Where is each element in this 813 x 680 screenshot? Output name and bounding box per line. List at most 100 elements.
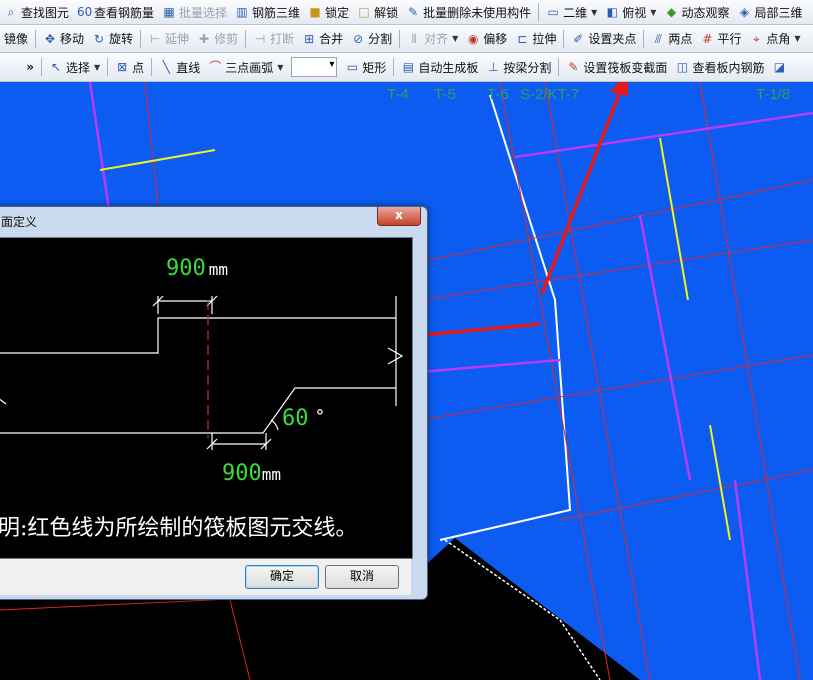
rebar-line [709, 424, 731, 541]
split-button[interactable]: ⊘ 分割 [347, 28, 396, 50]
upper-slab-outline [0, 317, 396, 354]
split-icon: ⊘ [353, 31, 364, 46]
raft-section-dialog: 面定义 x 900 mm 900mm 60 ° 明:红色线为所绘制的筏板图元交线… [0, 206, 428, 600]
slab-tool-icon: ◪ [773, 60, 786, 74]
batch-select-button[interactable]: ▦ 批量选择 [158, 1, 231, 23]
rebar-line [99, 149, 216, 171]
top-view-icon: ◧ [606, 5, 618, 19]
toolbar-row-2: 镜像 ✥ 移动 ↻ 旋转 ⊢ 延伸 ✚ 修剪 ⊣ 打断 ⊞ 合并 ⊘ 分割 ⫴ 对齐 ▼ ◉ 偏移 … [0, 25, 813, 53]
dialog-titlebar[interactable]: 面定义 x [0, 207, 427, 233]
view-2d-dropdown[interactable]: ▭ 二维 ▼ [542, 1, 601, 23]
view-slab-rebar-button[interactable]: ◫ 查看板内钢筋 [671, 56, 768, 78]
arrow-head [610, 82, 628, 96]
offset-button[interactable]: ◉ 偏移 [462, 28, 511, 50]
merge-button[interactable]: ⊞ 合并 [298, 28, 347, 50]
lower-slab-outline [0, 387, 396, 434]
rebar-3d-icon: ▥ [236, 5, 248, 19]
toolbar-separator [35, 29, 37, 48]
toolbar-separator [151, 58, 153, 76]
chevron-down-icon: ▼ [452, 34, 459, 43]
unlock-icon: □ [358, 5, 370, 19]
toolbar-separator [538, 3, 540, 21]
extend-button[interactable]: ⊢ 延伸 [144, 28, 193, 50]
split-by-beam-icon: ⊥ [488, 60, 499, 74]
toolbar-separator [245, 29, 247, 48]
top-view-dropdown[interactable]: ◧ 俯视 ▼ [601, 1, 660, 23]
rectangle-button[interactable]: ▭ 矩形 [341, 56, 390, 78]
draw-mode-combo[interactable] [291, 57, 338, 77]
chevron-down-icon: ▼ [94, 62, 101, 72]
select-dropdown[interactable]: ↖ 选择 ▼ [45, 56, 104, 78]
move-button[interactable]: ✥ 移动 [39, 28, 88, 50]
bottom-dimension: 900mm [222, 461, 282, 486]
local-3d-button[interactable]: ◈ 局部三维 [733, 1, 806, 23]
stretch-button[interactable]: ⊏ 拉伸 [511, 28, 560, 50]
beam-line [733, 479, 762, 680]
toolbar-separator [107, 58, 109, 76]
angle-dimension: 60 ° [282, 406, 326, 431]
auto-slab-icon: ▤ [402, 60, 415, 74]
three-point-arc-dropdown[interactable]: ⌒ 三点画弧 ▼ [204, 56, 287, 78]
batch-delete-icon: ✎ [408, 5, 419, 19]
batch-select-icon: ▦ [163, 5, 175, 19]
rebar-3d-button[interactable]: ▥ 钢筋三维 [231, 1, 304, 23]
select-arrow-icon: ↖ [50, 60, 62, 74]
raft-section-icon: ✎ [568, 60, 579, 74]
break-icon: ⊣ [254, 31, 266, 46]
toolbar-overflow-button[interactable]: » [0, 56, 38, 78]
toolbar-separator [558, 58, 560, 76]
view-rebar-quantity-button[interactable]: 60 查看钢筋量 [73, 1, 158, 23]
mirror-button[interactable]: 镜像 [0, 28, 32, 50]
stretch-icon: ⊏ [517, 31, 528, 46]
beam-line [514, 111, 813, 159]
grid-line [419, 179, 813, 263]
parallel-button[interactable]: # 平行 [696, 28, 745, 50]
offset-icon: ◉ [468, 31, 479, 46]
cancel-button[interactable]: 取消 [325, 565, 399, 589]
dialog-title: 面定义 [1, 215, 38, 229]
unlock-button[interactable]: □ 解锁 [353, 1, 402, 23]
local-3d-icon: ◈ [739, 5, 750, 19]
point-angle-dropdown[interactable]: ⌖ 点角 ▼ [745, 28, 804, 50]
break-button[interactable]: ⊣ 打断 [249, 28, 298, 50]
ok-button[interactable]: 确定 [245, 565, 319, 589]
orbit-icon: ◆ [666, 5, 677, 19]
split-by-beam-button[interactable]: ⊥ 按梁分割 [482, 56, 555, 78]
axis-label: S-2/KT-7 [520, 86, 580, 103]
line-button[interactable]: ╲ 直线 [155, 56, 204, 78]
align-dropdown[interactable]: ⫴ 对齐 ▼ [403, 28, 462, 50]
rotate-button[interactable]: ↻ 旋转 [88, 28, 137, 50]
toolbar-separator [393, 58, 395, 76]
grid-line [419, 239, 813, 301]
top-dimension: 900 mm [166, 256, 229, 281]
grid-line [559, 469, 813, 521]
lock-button[interactable]: ■ 锁定 [304, 1, 353, 23]
axis-label: T-5 [434, 86, 456, 103]
two-point-button[interactable]: ⫻ 两点 [647, 28, 696, 50]
close-button[interactable]: x [377, 207, 421, 226]
two-point-icon: ⫻ [654, 31, 662, 46]
extend-icon: ⊢ [149, 31, 161, 46]
merge-icon: ⊞ [304, 31, 315, 46]
chevron-down-icon: ▼ [794, 34, 801, 43]
axis-label: T-1/8 [756, 86, 791, 103]
auto-generate-slab-button[interactable]: ▤ 自动生成板 [397, 56, 482, 78]
set-raft-section-button[interactable]: ✎ 设置筏板变截面 [562, 56, 671, 78]
rebar-line [659, 137, 689, 301]
toolbar-row-1: ⌕ 查找图元 60 查看钢筋量 ▦ 批量选择 ▥ 钢筋三维 ■ 锁定 □ 解锁 ✎ 批量删除未… [0, 0, 813, 25]
toolbar-row-3: » ↖选择▼ ⊠点 ╲直线 ⌒三点画弧▼ ▭矩形 ▤自动生成板 ⊥按梁分割 ✎设… [0, 53, 813, 82]
trim-button[interactable]: ✚ 修剪 [193, 28, 242, 50]
toolbar-trailing-button[interactable]: ◪ [768, 56, 790, 78]
set-grip-button[interactable]: ✐ 设置夹点 [567, 28, 640, 50]
orbit-button[interactable]: ◆ 动态观察 [660, 1, 733, 23]
point-angle-icon: ⌖ [752, 31, 760, 46]
lock-icon: ■ [309, 5, 321, 19]
toolbar-separator [399, 29, 401, 48]
batch-delete-unused-button[interactable]: ✎ 批量删除未使用构件 [402, 1, 535, 23]
chevron-down-icon: ▼ [277, 62, 284, 72]
find-element-button[interactable]: ⌕ 查找图元 [0, 1, 73, 23]
axis-label: T-6 [487, 86, 509, 103]
point-icon: ⊠ [117, 60, 128, 74]
slab-rebar-icon: ◫ [676, 60, 689, 74]
point-button[interactable]: ⊠ 点 [111, 56, 148, 78]
